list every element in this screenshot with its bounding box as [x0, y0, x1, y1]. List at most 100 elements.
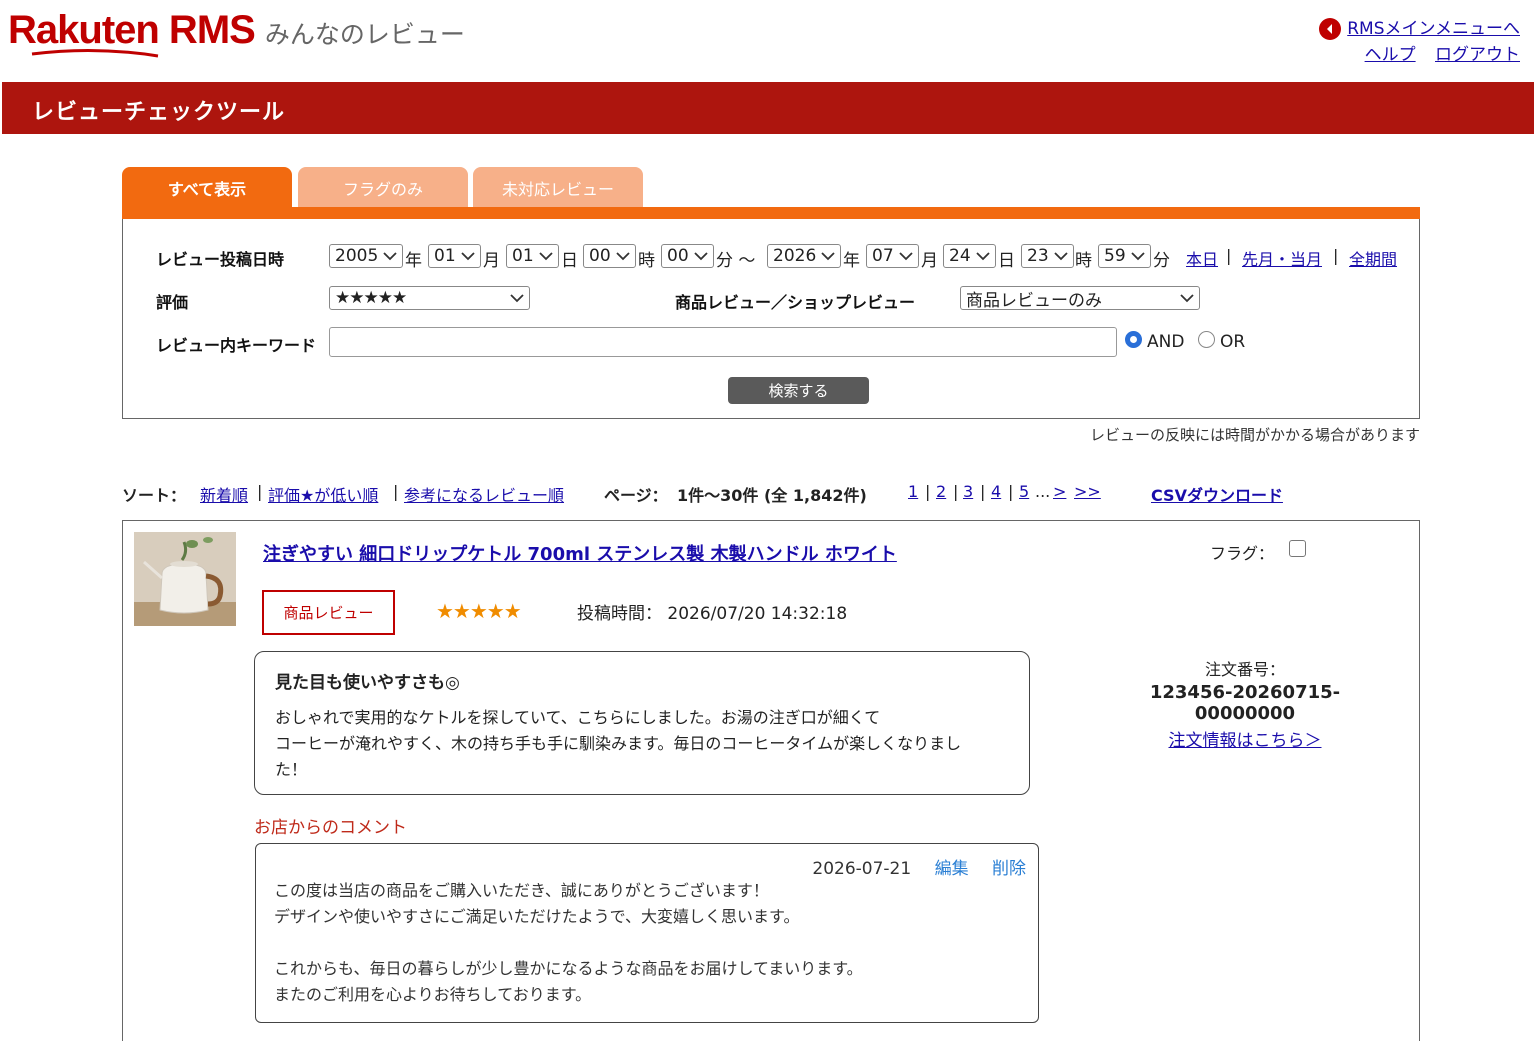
product-thumbnail[interactable]	[134, 532, 236, 626]
review-type-label: 商品レビュー／ショップレビュー	[675, 293, 916, 312]
sort-label: ソート：	[122, 486, 187, 505]
review-body-line: コーヒーが淹れやすく、木の持ち手も手に馴染みます。毎日のコーヒータイムが楽しくな…	[275, 734, 962, 753]
or-label: OR	[1220, 332, 1246, 352]
product-title-link[interactable]: 注ぎやすい 細口ドリップケトル 700ml ステンレス製 木製ハンドル ホワイト	[263, 540, 897, 566]
select-value: 59	[1104, 246, 1126, 266]
unit-hour: 時	[638, 251, 655, 271]
page-link-2[interactable]: 2	[936, 482, 946, 501]
from-month-select[interactable]: 01	[428, 244, 481, 268]
from-day-select[interactable]: 01	[506, 244, 559, 268]
search-button[interactable]: 検索する	[728, 377, 869, 404]
select-value: 00	[589, 246, 611, 266]
chevron-down-icon	[461, 252, 475, 261]
page-link-3[interactable]: 3	[963, 482, 973, 501]
unit-minute-tilde: 分 ～	[716, 251, 756, 271]
chevron-down-icon	[976, 252, 990, 261]
shop-comment-card: 2026-07-21 編集 削除 この度は当店の商品をご購入いただき、誠にありが…	[255, 843, 1039, 1023]
separator: |	[953, 482, 959, 501]
review-title: 見た目も使いやすさも◎	[275, 673, 460, 693]
flag-checkbox[interactable]	[1289, 540, 1306, 557]
page-link-5[interactable]: 5	[1019, 482, 1029, 501]
review-body-line: た！	[275, 760, 308, 779]
page-title: レビューチェックツール	[32, 100, 286, 125]
sort-newest-link[interactable]: 新着順	[200, 482, 248, 506]
review-type-select[interactable]: 商品レビューのみ	[960, 286, 1200, 311]
page-ellipsis: ...	[1035, 482, 1051, 501]
order-info-link[interactable]: 注文情報はこちら＞	[1169, 731, 1322, 751]
to-month-select[interactable]: 07	[866, 244, 919, 268]
unit-year: 年	[405, 251, 422, 271]
to-hour-select[interactable]: 23	[1021, 244, 1074, 268]
tab-underline	[122, 207, 1420, 219]
logo-swoosh-icon	[31, 48, 159, 58]
unit-year: 年	[843, 251, 860, 271]
order-number-label: 注文番号：	[1204, 660, 1285, 679]
unit-month: 月	[921, 251, 938, 271]
comment-edit-link[interactable]: 編集	[935, 859, 969, 879]
tab-show-all[interactable]: すべて表示	[122, 167, 292, 209]
page-range: 1件～30件 (全 1,842件)	[677, 486, 867, 505]
separator: |	[393, 482, 399, 501]
star-rating: ★★★★★	[436, 599, 522, 623]
separator: |	[1008, 482, 1014, 501]
to-day-select[interactable]: 24	[943, 244, 996, 268]
unit-month: 月	[483, 251, 500, 271]
or-radio[interactable]	[1198, 331, 1215, 348]
quick-today-link[interactable]: 本日	[1186, 246, 1218, 270]
page-link-4[interactable]: 4	[991, 482, 1001, 501]
select-value: ★★★★★	[335, 288, 407, 308]
from-minute-select[interactable]: 00	[661, 244, 714, 268]
quick-last-this-month-link[interactable]: 先月・当月	[1242, 246, 1322, 270]
select-value: 01	[512, 246, 534, 266]
quick-all-period-link[interactable]: 全期間	[1349, 246, 1397, 270]
tab-flag-only[interactable]: フラグのみ	[298, 167, 468, 209]
csv-download-link[interactable]: CSVダウンロード	[1151, 482, 1283, 506]
flag-label: フラグ：	[1210, 544, 1275, 563]
separator: |	[980, 482, 986, 501]
select-value: 2005	[335, 246, 379, 266]
comment-date: 2026-07-21	[812, 859, 912, 879]
select-value: 23	[1027, 246, 1049, 266]
page-next-link[interactable]: >	[1053, 482, 1066, 501]
badge-label: 商品レビュー	[283, 604, 374, 622]
shop-comment-label: お店からのコメント	[254, 818, 407, 838]
comment-line: これからも、毎日の暮らしが少し豊かになるような商品をお届けしてまいります。	[274, 959, 863, 978]
from-hour-select[interactable]: 00	[583, 244, 636, 268]
logout-link[interactable]: ログアウト	[1435, 45, 1520, 65]
from-year-select[interactable]: 2005	[329, 244, 403, 268]
page-link-1[interactable]: 1	[908, 482, 918, 501]
kettle-image-icon	[134, 532, 236, 626]
tab-label: 未対応レビュー	[501, 180, 614, 199]
keyword-input[interactable]	[329, 327, 1117, 357]
to-minute-select[interactable]: 59	[1098, 244, 1151, 268]
rms-main-menu-link[interactable]: RMSメインメニューへ	[1347, 16, 1520, 42]
to-year-select[interactable]: 2026	[767, 244, 841, 268]
posted-value: 2026/07/20 14:32:18	[667, 604, 848, 624]
comment-line	[274, 930, 863, 956]
sort-helpful-link[interactable]: 参考になるレビュー順	[404, 482, 564, 506]
comment-line: デザインや使いやすさにご満足いただけたようで、大変嬉しく思います。	[274, 907, 800, 926]
rating-select[interactable]: ★★★★★	[329, 286, 530, 310]
comment-delete-link[interactable]: 削除	[992, 859, 1026, 879]
keyword-label: レビュー内キーワード	[156, 336, 317, 355]
tab-label: フラグのみ	[342, 180, 423, 199]
header-links: RMSメインメニューへ ヘルプ ログアウト	[1319, 16, 1520, 68]
help-link[interactable]: ヘルプ	[1365, 45, 1416, 65]
page-title-bar: レビューチェックツール	[2, 82, 1534, 134]
search-button-label: 検索する	[768, 382, 829, 400]
sort-low-rating-link[interactable]: 評価★が低い順	[268, 482, 378, 506]
rakuten-rms-logo: Rakuten RMS みんなのレビュー	[8, 8, 465, 53]
logo-sub-text: みんなのレビュー	[264, 20, 465, 49]
rating-label: 評価	[156, 293, 189, 312]
date-label: レビュー投稿日時	[156, 250, 285, 269]
back-arrow-icon[interactable]	[1319, 18, 1342, 40]
and-radio[interactable]	[1125, 331, 1142, 348]
tab-unhandled-reviews[interactable]: 未対応レビュー	[473, 167, 643, 209]
review-body-line: おしゃれで実用的なケトルを探していて、こちらにしました。お湯の注ぎ口が細くて	[275, 708, 881, 727]
unit-day: 日	[998, 251, 1015, 271]
chevron-down-icon	[1131, 252, 1145, 261]
page-last-link[interactable]: >>	[1074, 482, 1101, 501]
select-value: 24	[949, 246, 971, 266]
unit-day: 日	[561, 251, 578, 271]
and-label: AND	[1147, 332, 1185, 352]
